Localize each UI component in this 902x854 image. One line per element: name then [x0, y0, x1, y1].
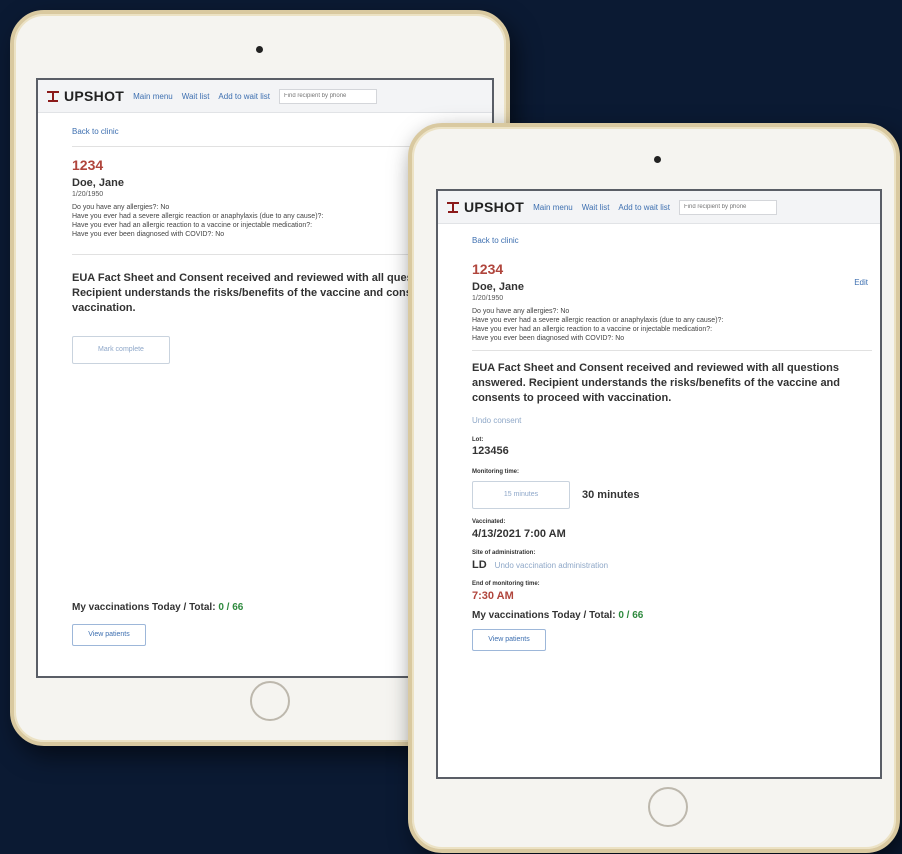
back-to-clinic-link[interactable]: Back to clinic	[472, 236, 880, 245]
vaccination-totals: My vaccinations Today / Total: 0 / 66	[72, 602, 243, 613]
vaccinated-label: Vaccinated:	[472, 519, 506, 525]
home-button[interactable]	[648, 787, 688, 827]
site-value: LD	[472, 559, 487, 571]
monitoring-time-label: Monitoring time:	[472, 469, 519, 475]
mark-complete-button[interactable]: Mark complete	[72, 336, 170, 364]
navbar: UPSHOT Main menu Wait list Add to wait l…	[38, 80, 492, 113]
search-input[interactable]	[279, 88, 377, 104]
navbar: UPSHOT Main menu Wait list Add to wait l…	[438, 191, 880, 224]
question-allergies: Do you have any allergies?: No	[472, 308, 570, 315]
vaccinated-value: 4/13/2021 7:00 AM	[472, 528, 566, 540]
nav-main-menu[interactable]: Main menu	[533, 203, 573, 212]
totals-label: My vaccinations Today / Total:	[472, 610, 616, 621]
view-patients-button[interactable]: View patients	[472, 629, 546, 651]
tablet-right: UPSHOT Main menu Wait list Add to wait l…	[408, 123, 900, 853]
logo[interactable]: UPSHOT	[46, 88, 124, 104]
nav-wait-list[interactable]: Wait list	[582, 203, 610, 212]
monitoring-selected: 30 minutes	[582, 489, 640, 501]
undo-consent-link[interactable]: Undo consent	[472, 416, 880, 425]
nav-add-to-wait-list[interactable]: Add to wait list	[218, 92, 270, 101]
recipient-dob: 1/20/1950	[472, 295, 504, 302]
camera	[256, 46, 263, 53]
consent-statement: EUA Fact Sheet and Consent received and …	[472, 362, 840, 404]
question-covid: Have you ever been diagnosed with COVID?…	[472, 335, 625, 342]
end-monitoring-value: 7:30 AM	[472, 590, 514, 602]
monitoring-15-minutes-button[interactable]: 15 minutes	[472, 481, 570, 509]
nav-main-menu[interactable]: Main menu	[133, 92, 173, 101]
screen-right: UPSHOT Main menu Wait list Add to wait l…	[436, 189, 882, 779]
logo-text: UPSHOT	[64, 88, 125, 104]
recipient-name: Doe, Jane	[472, 281, 524, 293]
lot-label: Lot:	[472, 437, 484, 443]
vaccination-totals: My vaccinations Today / Total: 0 / 66	[472, 610, 880, 621]
search-input[interactable]	[679, 199, 777, 215]
undo-administration-link[interactable]: Undo vaccination administration	[495, 561, 608, 570]
logo-icon	[46, 89, 60, 103]
totals-count: 0 / 66	[218, 602, 244, 613]
question-severe-reaction: Have you ever had a severe allergic reac…	[472, 317, 724, 324]
totals-label: My vaccinations Today / Total:	[72, 602, 216, 613]
nav-wait-list[interactable]: Wait list	[182, 92, 210, 101]
recipient-id: 1234	[472, 261, 504, 277]
logo[interactable]: UPSHOT	[446, 199, 524, 215]
end-monitoring-label: End of monitoring time:	[472, 581, 540, 587]
lot-value: 123456	[472, 445, 509, 457]
edit-link[interactable]: Edit	[854, 278, 868, 287]
site-label: Site of administration:	[472, 550, 536, 556]
divider	[472, 350, 872, 351]
totals-count: 0 / 66	[618, 610, 644, 621]
view-patients-button[interactable]: View patients	[72, 624, 146, 646]
logo-text: UPSHOT	[464, 199, 525, 215]
camera	[654, 156, 661, 163]
question-vaccine-reaction: Have you ever had an allergic reaction t…	[472, 326, 713, 333]
home-button[interactable]	[250, 681, 290, 721]
logo-icon	[446, 200, 460, 214]
nav-add-to-wait-list[interactable]: Add to wait list	[618, 203, 670, 212]
